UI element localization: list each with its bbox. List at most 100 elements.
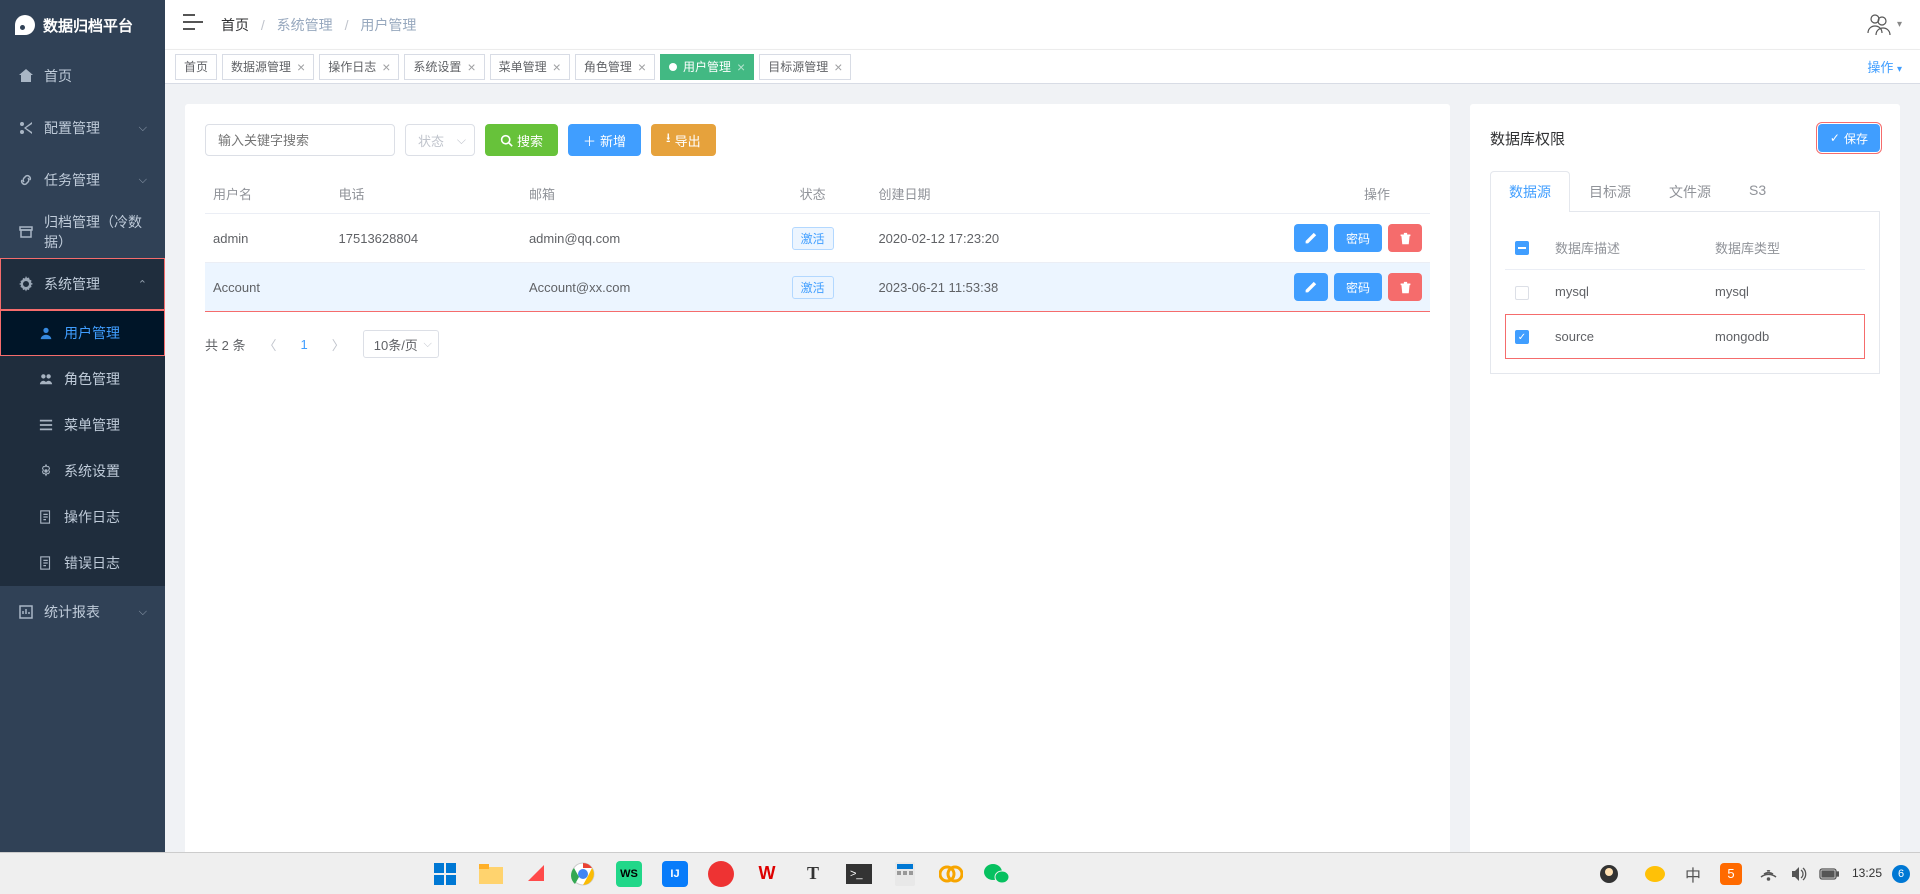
sidebar-item-system[interactable]: 系统管理 ⌃: [0, 258, 165, 310]
sidebar-item-archive[interactable]: 归档管理（冷数据）: [0, 206, 165, 258]
taskbar-battery-icon[interactable]: [1816, 855, 1842, 893]
panel-title: 数据库权限: [1490, 128, 1565, 149]
taskbar-app-icon[interactable]: [930, 855, 972, 893]
taskbar-app-icon[interactable]: [1634, 855, 1676, 893]
tab-home[interactable]: 首页: [175, 54, 217, 80]
sidebar-item-errlog[interactable]: 错误日志: [0, 540, 165, 586]
hamburger-icon[interactable]: [183, 14, 203, 35]
table-row[interactable]: ✓ source mongodb: [1505, 314, 1865, 359]
search-button[interactable]: 搜索: [485, 124, 558, 156]
sidebar-item-label: 错误日志: [64, 553, 120, 573]
tab-oplog[interactable]: 操作日志×: [319, 54, 399, 80]
close-icon[interactable]: ×: [737, 59, 745, 75]
sidebar-item-roles[interactable]: 角色管理: [0, 356, 165, 402]
cell-desc: mysql: [1545, 270, 1705, 315]
logo-icon: [15, 15, 35, 35]
page-prev[interactable]: 〈: [257, 335, 282, 354]
tab-menus[interactable]: 菜单管理×: [490, 54, 570, 80]
tabs-ops-menu[interactable]: 操作 ▾: [1859, 57, 1910, 76]
taskbar-clock[interactable]: 13:25: [1846, 867, 1888, 880]
close-icon[interactable]: ×: [467, 59, 475, 75]
select-all-checkbox[interactable]: [1515, 241, 1529, 255]
taskbar-app-icon[interactable]: [700, 855, 742, 893]
row-checkbox[interactable]: [1515, 286, 1529, 300]
tab-datasource[interactable]: 数据源: [1490, 171, 1570, 212]
taskbar-wechat-icon[interactable]: [976, 855, 1018, 893]
table-row[interactable]: Account Account@xx.com 激活 2023-06-21 11:…: [205, 263, 1430, 312]
trash-icon: [1399, 281, 1412, 294]
taskbar-calc-icon[interactable]: [884, 855, 926, 893]
add-button[interactable]: ＋新增: [568, 124, 641, 156]
password-button[interactable]: 密码: [1334, 224, 1382, 252]
perm-tabs: 数据源 目标源 文件源 S3: [1490, 170, 1880, 212]
tab-target[interactable]: 目标源: [1570, 171, 1650, 212]
taskbar-volume-icon[interactable]: [1786, 855, 1812, 893]
cell-username: Account: [205, 263, 331, 312]
sidebar-item-users[interactable]: 用户管理: [0, 310, 165, 356]
sidebar-item-oplog[interactable]: 操作日志: [0, 494, 165, 540]
row-checkbox[interactable]: ✓: [1515, 330, 1529, 344]
tab-target[interactable]: 目标源管理×: [759, 54, 851, 80]
taskbar-app-icon[interactable]: IJ: [654, 855, 696, 893]
close-icon[interactable]: ×: [382, 59, 390, 75]
sidebar-item-home[interactable]: 首页: [0, 50, 165, 102]
page-number[interactable]: 1: [294, 337, 313, 352]
status-select[interactable]: 状态: [405, 124, 475, 156]
page-size-select[interactable]: 10条/页: [363, 330, 439, 358]
table-row[interactable]: mysql mysql: [1505, 270, 1865, 315]
sidebar-item-config[interactable]: 配置管理 ⌵: [0, 102, 165, 154]
taskbar-app-icon[interactable]: [516, 855, 558, 893]
log-icon: [38, 509, 54, 525]
delete-button[interactable]: [1388, 224, 1422, 252]
taskbar-tray-icon[interactable]: [1756, 855, 1782, 893]
tab-users[interactable]: 用户管理×: [660, 54, 754, 80]
table-row[interactable]: admin 17513628804 admin@qq.com 激活 2020-0…: [205, 214, 1430, 263]
close-icon[interactable]: ×: [297, 59, 305, 75]
scissors-icon: [18, 120, 34, 136]
taskbar-app-icon[interactable]: WS: [608, 855, 650, 893]
sidebar-item-menus[interactable]: 菜单管理: [0, 402, 165, 448]
taskbar-terminal-icon[interactable]: >_: [838, 855, 880, 893]
breadcrumb-home[interactable]: 首页: [221, 17, 249, 33]
taskbar-app-icon[interactable]: T: [792, 855, 834, 893]
os-taskbar: WS IJ W T >_ 中 5 13:25 6: [0, 852, 1920, 894]
user-menu[interactable]: ▾: [1864, 11, 1902, 39]
breadcrumb: 首页 / 系统管理 / 用户管理: [221, 15, 416, 35]
taskbar-app-icon[interactable]: 5: [1710, 855, 1752, 893]
tab-file[interactable]: 文件源: [1650, 171, 1730, 212]
tab-settings[interactable]: 系统设置×: [404, 54, 484, 80]
chevron-down-icon: ▾: [1897, 64, 1902, 75]
col-phone: 电话: [331, 174, 521, 214]
col-email: 邮箱: [521, 174, 755, 214]
search-input[interactable]: [205, 124, 395, 156]
delete-button[interactable]: [1388, 273, 1422, 301]
tab-s3[interactable]: S3: [1730, 171, 1785, 212]
tab-datasource[interactable]: 数据源管理×: [222, 54, 314, 80]
close-icon[interactable]: ×: [834, 59, 842, 75]
taskbar-explorer-icon[interactable]: [470, 855, 512, 893]
export-button[interactable]: ⭳导出: [651, 124, 716, 156]
taskbar-windows-icon[interactable]: [424, 855, 466, 893]
sidebar-item-settings[interactable]: 系统设置: [0, 448, 165, 494]
close-icon[interactable]: ×: [638, 59, 646, 75]
sidebar-item-task[interactable]: 任务管理 ⌵: [0, 154, 165, 206]
role-icon: [38, 371, 54, 387]
tab-roles[interactable]: 角色管理×: [575, 54, 655, 80]
users-panel: 状态 搜索 ＋新增 ⭳导出 用户名 电话 邮箱 状态 创建日期 操作: [185, 104, 1450, 874]
cell-username: admin: [205, 214, 331, 263]
close-icon[interactable]: ×: [553, 59, 561, 75]
taskbar-notification-badge[interactable]: 6: [1892, 865, 1910, 883]
edit-button[interactable]: [1294, 224, 1328, 252]
avatar-icon: [1864, 11, 1892, 39]
save-button[interactable]: ✓ 保存: [1818, 124, 1880, 152]
sidebar-item-label: 角色管理: [64, 369, 120, 389]
page-next[interactable]: 〉: [326, 335, 351, 354]
sidebar-item-label: 首页: [44, 66, 72, 86]
taskbar-app-icon[interactable]: [1588, 855, 1630, 893]
taskbar-app-icon[interactable]: W: [746, 855, 788, 893]
sidebar-item-stats[interactable]: 统计报表 ⌵: [0, 586, 165, 638]
taskbar-chrome-icon[interactable]: [562, 855, 604, 893]
edit-button[interactable]: [1294, 273, 1328, 301]
password-button[interactable]: 密码: [1334, 273, 1382, 301]
taskbar-ime-icon[interactable]: 中: [1680, 855, 1706, 893]
